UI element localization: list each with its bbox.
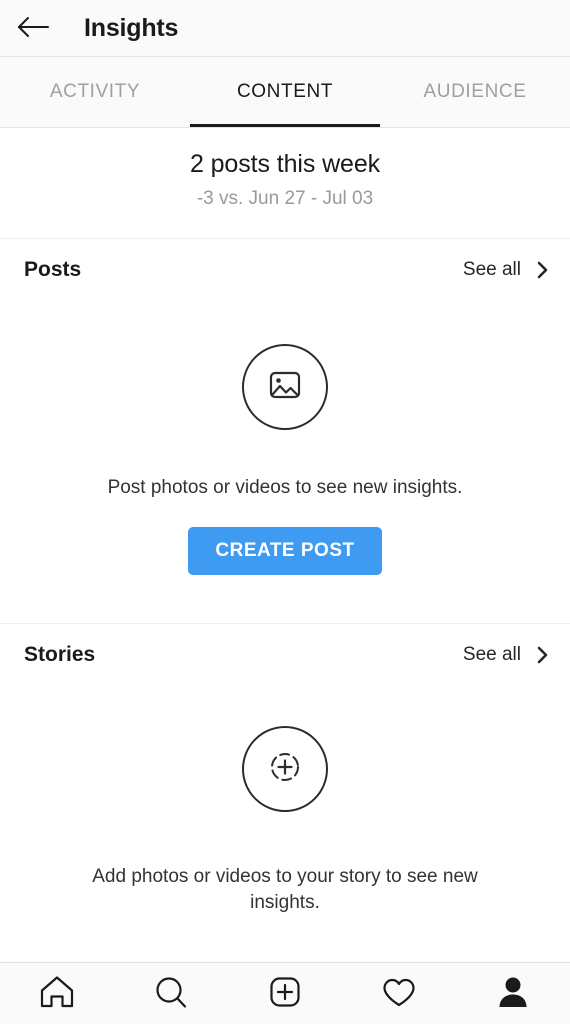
nav-add-post[interactable] xyxy=(228,963,342,1024)
tab-content[interactable]: CONTENT xyxy=(190,57,380,127)
insights-tabbar: ACTIVITY CONTENT AUDIENCE xyxy=(0,57,570,128)
chevron-right-icon xyxy=(537,646,548,664)
stories-empty-icon-circle xyxy=(242,726,328,812)
posts-empty-icon-circle xyxy=(242,344,328,430)
back-arrow-icon xyxy=(16,15,50,42)
stories-empty-message: Add photos or videos to your story to se… xyxy=(92,866,478,913)
bottom-navigation xyxy=(0,962,570,1024)
nav-activity-heart[interactable] xyxy=(342,963,456,1024)
summary-comparison: -3 vs. Jun 27 - Jul 03 xyxy=(196,188,374,209)
nav-search[interactable] xyxy=(114,963,228,1024)
nav-profile[interactable] xyxy=(456,963,570,1024)
stories-section: Stories See all Add photos or videos to … xyxy=(0,624,570,962)
home-icon xyxy=(36,971,78,1016)
posts-see-all-button[interactable]: See all xyxy=(463,259,548,281)
chevron-right-icon xyxy=(537,261,548,279)
stories-section-title: Stories xyxy=(24,643,96,666)
posts-section: Posts See all Post photos or videos to s… xyxy=(0,239,570,624)
tab-activity[interactable]: ACTIVITY xyxy=(0,57,190,127)
stories-see-all-label: See all xyxy=(462,644,521,665)
stories-see-all-button[interactable]: See all xyxy=(463,644,548,666)
tab-audience[interactable]: AUDIENCE xyxy=(380,57,570,127)
create-post-button[interactable]: CREATE POST xyxy=(188,526,382,575)
posts-see-all-label: See all xyxy=(462,259,521,280)
stories-section-header: Stories See all xyxy=(0,624,570,686)
stories-empty-state: Add photos or videos to your story to se… xyxy=(0,686,570,962)
insights-screen: Insights ACTIVITY CONTENT AUDIENCE 2 pos… xyxy=(0,0,570,1024)
heart-icon xyxy=(378,971,420,1016)
add-story-icon xyxy=(263,745,307,794)
search-icon xyxy=(150,971,192,1016)
weekly-summary: 2 posts this week -3 vs. Jun 27 - Jul 03 xyxy=(0,128,570,239)
profile-icon xyxy=(492,971,534,1016)
posts-section-header: Posts See all xyxy=(0,239,570,301)
page-title: Insights xyxy=(84,13,179,42)
posts-empty-message: Post photos or videos to see new insight… xyxy=(107,477,463,498)
nav-home[interactable] xyxy=(0,963,114,1024)
app-header: Insights xyxy=(0,0,570,57)
add-post-icon xyxy=(264,971,306,1016)
posts-empty-state: Post photos or videos to see new insight… xyxy=(0,301,570,623)
summary-title: 2 posts this week xyxy=(189,150,381,178)
photo-icon xyxy=(263,363,307,412)
posts-section-title: Posts xyxy=(24,258,82,281)
back-button[interactable] xyxy=(16,6,60,50)
